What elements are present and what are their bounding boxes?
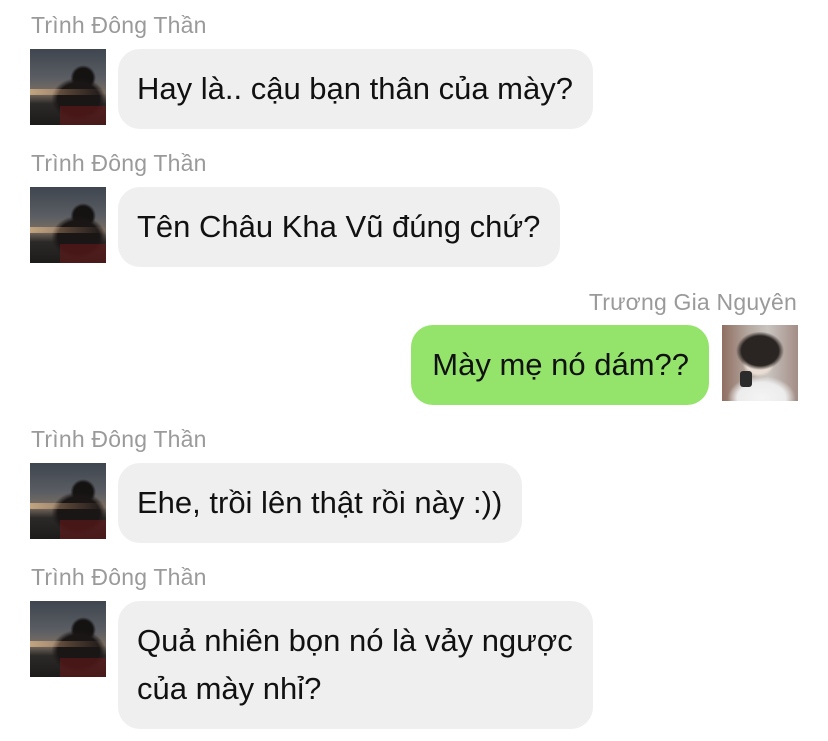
avatar-photo-detail [60,520,106,539]
message-text: Mày mẹ nó dám?? [432,347,689,382]
avatar-photo-detail [30,502,106,509]
avatar-trinh-dong-than[interactable] [30,49,106,125]
message-text: Ehe, trồi lên thật rồi này :)) [137,485,503,520]
message-bubble-incoming[interactable]: Quả nhiên bọn nó là vảy ngược của mày nh… [118,601,593,729]
avatar-photo-detail [30,640,106,647]
message-text: Tên Châu Kha Vũ đúng chứ? [137,209,541,244]
message-bubble-outgoing[interactable]: Mày mẹ nó dám?? [411,325,709,405]
avatar-trinh-dong-than[interactable] [30,187,106,263]
avatar-photo-detail [60,244,106,263]
message-bubble-incoming[interactable]: Tên Châu Kha Vũ đúng chứ? [118,187,561,267]
avatar-truong-gia-nguyen[interactable] [722,325,798,401]
avatar-photo-detail [740,371,752,387]
sender-name: Trình Đông Thần [31,150,207,176]
message-bubble-incoming[interactable]: Ehe, trồi lên thật rồi này :)) [118,463,523,543]
message-text: Quả nhiên bọn nó là vảy ngược [137,623,573,658]
sender-name: Trình Đông Thần [31,564,207,590]
message-bubble-incoming[interactable]: Hay là.. cậu bạn thân của mày? [118,49,593,129]
avatar-photo-detail [30,226,106,233]
avatar-photo-detail [30,88,106,95]
avatar-trinh-dong-than[interactable] [30,463,106,539]
chat-thread: Trình Đông Thần Hay là.. cậu bạn thân củ… [0,0,828,741]
avatar-photo-detail [60,106,106,125]
sender-name: Trình Đông Thần [31,12,207,38]
sender-name: Trương Gia Nguyên [588,289,797,315]
sender-name: Trình Đông Thần [31,426,207,452]
message-text: của mày nhỉ? [137,671,322,706]
message-text: Hay là.. cậu bạn thân của mày? [137,71,573,106]
avatar-photo-detail [60,658,106,677]
avatar-trinh-dong-than[interactable] [30,601,106,677]
